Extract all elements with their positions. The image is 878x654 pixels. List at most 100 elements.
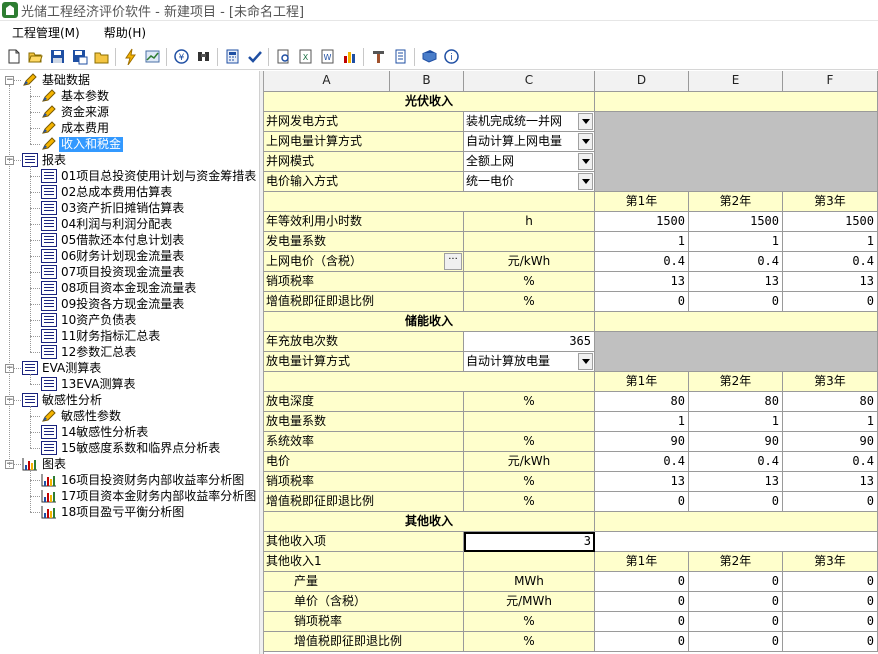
dropdown-arrow-icon[interactable] — [578, 173, 593, 190]
folder-icon[interactable] — [90, 46, 112, 68]
bar-chart-icon[interactable] — [338, 46, 360, 68]
menu-project[interactable]: 工程管理(M) — [0, 24, 92, 41]
tools-icon[interactable] — [367, 46, 389, 68]
lightning-icon[interactable] — [119, 46, 141, 68]
other-value-cell[interactable]: 0 — [783, 572, 878, 592]
storage-value-cell[interactable]: 13 — [595, 472, 689, 492]
storage-value-cell[interactable]: 0 — [595, 492, 689, 512]
ellipsis-button[interactable]: ··· — [444, 253, 462, 270]
other-value-cell[interactable]: 0 — [595, 612, 689, 632]
pv-value-cell[interactable]: 0.4 — [689, 252, 783, 272]
tree-reports-item[interactable]: 04利润与利润分配表 — [41, 216, 174, 232]
pv-value-cell[interactable]: 0 — [689, 292, 783, 312]
pv-value-cell[interactable]: 0 — [783, 292, 878, 312]
tree-basic-data-item[interactable]: 成本费用 — [41, 120, 111, 136]
tree-basic-data-collapse-toggle[interactable]: − — [5, 76, 14, 85]
tree-reports-item[interactable]: 07项目投资现金流量表 — [41, 264, 186, 280]
column-header[interactable]: D — [595, 71, 689, 92]
storage-value-cell[interactable]: 1 — [689, 412, 783, 432]
dropdown-arrow-icon[interactable] — [578, 353, 593, 370]
tree-sensitivity-item[interactable]: 敏感性参数 — [41, 408, 123, 424]
info-icon[interactable]: i — [440, 46, 462, 68]
tree-charts-item[interactable]: 16项目投资财务内部收益率分析图 — [41, 472, 246, 488]
export-excel-icon[interactable]: X — [294, 46, 316, 68]
column-header[interactable]: A — [264, 71, 390, 92]
tree-basic-data-item[interactable]: 资金来源 — [41, 104, 111, 120]
tree-basic-data-item[interactable]: 收入和税金 — [41, 136, 124, 152]
tree-basic-data-item[interactable]: 基本参数 — [41, 88, 111, 104]
dropdown-arrow-icon[interactable] — [578, 133, 593, 150]
other-value-cell[interactable]: 0 — [783, 592, 878, 612]
tree-reports-item[interactable]: 09投资各方现金流量表 — [41, 296, 186, 312]
storage-value-cell[interactable]: 90 — [595, 432, 689, 452]
other-value-cell[interactable]: 0 — [783, 612, 878, 632]
pv-value-cell[interactable]: 1 — [783, 232, 878, 252]
storage-value-cell[interactable]: 90 — [689, 432, 783, 452]
other-value-cell[interactable]: 0 — [689, 572, 783, 592]
tree-reports-node[interactable]: 报表 — [22, 152, 68, 168]
export-word-icon[interactable]: W — [316, 46, 338, 68]
calculator-icon[interactable] — [221, 46, 243, 68]
pv-value-cell[interactable]: 0 — [595, 292, 689, 312]
other-value-cell[interactable]: 0 — [689, 612, 783, 632]
tree-charts-node[interactable]: 图表 — [22, 456, 68, 472]
discharge-method-dropdown[interactable]: 自动计算放电量 — [464, 352, 595, 372]
storage-value-cell[interactable]: 0.4 — [783, 452, 878, 472]
pv-value-cell[interactable]: 13 — [595, 272, 689, 292]
pv-value-cell[interactable]: 1 — [689, 232, 783, 252]
pv-value-cell[interactable]: 1500 — [595, 212, 689, 232]
column-header[interactable]: C — [464, 71, 595, 92]
other-value-cell[interactable]: 0 — [783, 632, 878, 652]
tree-reports-item[interactable]: 11财务指标汇总表 — [41, 328, 162, 344]
tree-reports-item[interactable]: 06财务计划现金流量表 — [41, 248, 186, 264]
tree-reports-item[interactable]: 03资产折旧摊销估算表 — [41, 200, 186, 216]
tree-reports-item[interactable]: 01项目总投资使用计划与资金筹措表 — [41, 168, 258, 184]
storage-value-cell[interactable]: 1 — [595, 412, 689, 432]
preview-icon[interactable] — [272, 46, 294, 68]
cycles-input[interactable]: 365 — [464, 332, 595, 352]
chart-icon[interactable] — [141, 46, 163, 68]
tree-charts-item[interactable]: 17项目资本金财务内部收益率分析图 — [41, 488, 258, 504]
pv-value-cell[interactable]: 0.4 — [783, 252, 878, 272]
pv-value-cell[interactable]: 13 — [783, 272, 878, 292]
menu-help[interactable]: 帮助(H) — [92, 24, 158, 41]
column-header[interactable]: B — [390, 71, 464, 92]
tree-sensitivity-node[interactable]: 敏感性分析 — [22, 392, 104, 408]
storage-value-cell[interactable]: 90 — [783, 432, 878, 452]
other-value-cell[interactable]: 0 — [595, 572, 689, 592]
column-header[interactable]: F — [783, 71, 878, 92]
storage-value-cell[interactable]: 13 — [783, 472, 878, 492]
dropdown-arrow-icon[interactable] — [578, 153, 593, 170]
tree-eva-item[interactable]: 13EVA测算表 — [41, 376, 138, 392]
storage-value-cell[interactable]: 0.4 — [689, 452, 783, 472]
tree-sensitivity-item[interactable]: 15敏感度系数和临界点分析表 — [41, 440, 222, 456]
settings-icon[interactable] — [389, 46, 411, 68]
storage-value-cell[interactable]: 13 — [689, 472, 783, 492]
tree-reports-item[interactable]: 02总成本费用估算表 — [41, 184, 174, 200]
pv-value-cell[interactable]: 1 — [595, 232, 689, 252]
book-icon[interactable] — [418, 46, 440, 68]
open-folder-icon[interactable] — [24, 46, 46, 68]
storage-value-cell[interactable]: 80 — [783, 392, 878, 412]
storage-value-cell[interactable]: 80 — [689, 392, 783, 412]
storage-value-cell[interactable]: 80 — [595, 392, 689, 412]
pv-value-cell[interactable]: 1500 — [689, 212, 783, 232]
pv-setting-dropdown[interactable]: 统一电价 — [464, 172, 595, 192]
storage-value-cell[interactable]: 0.4 — [595, 452, 689, 472]
tree-basic-data-node[interactable]: 基础数据 — [22, 72, 92, 88]
currency-icon[interactable]: ¥ — [170, 46, 192, 68]
tree-sensitivity-item[interactable]: 14敏感性分析表 — [41, 424, 150, 440]
tree-reports-item[interactable]: 08项目资本金现金流量表 — [41, 280, 198, 296]
tree-reports-item[interactable]: 05借款还本付息计划表 — [41, 232, 186, 248]
binoculars-icon[interactable] — [192, 46, 214, 68]
check-icon[interactable] — [243, 46, 265, 68]
dropdown-arrow-icon[interactable] — [578, 113, 593, 130]
tree-eva-node[interactable]: EVA测算表 — [22, 360, 103, 376]
tree-reports-item[interactable]: 10资产负债表 — [41, 312, 138, 328]
storage-value-cell[interactable]: 0 — [783, 492, 878, 512]
column-header[interactable]: E — [689, 71, 783, 92]
tree-reports-item[interactable]: 12参数汇总表 — [41, 344, 138, 360]
pv-value-cell[interactable]: 0.4 — [595, 252, 689, 272]
other-value-cell[interactable]: 0 — [595, 592, 689, 612]
pv-value-cell[interactable]: 13 — [689, 272, 783, 292]
